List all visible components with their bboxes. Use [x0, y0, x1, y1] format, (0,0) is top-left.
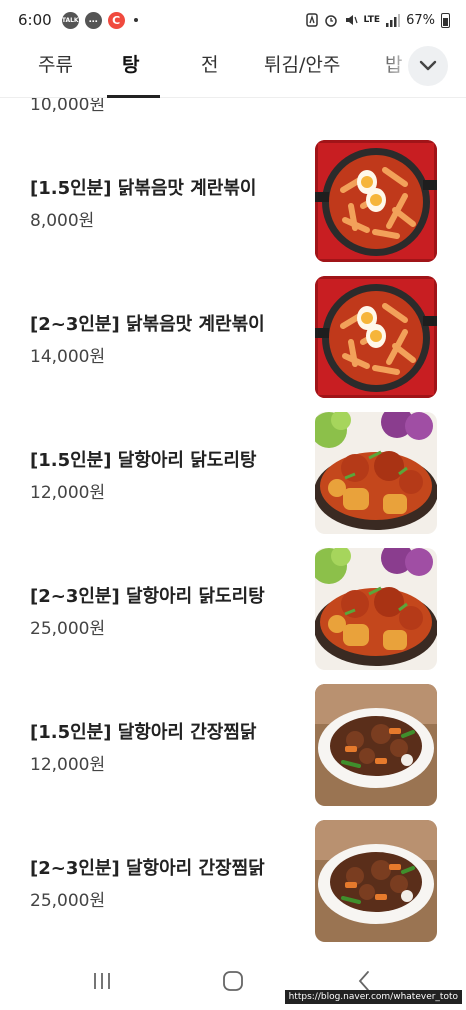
menu-list[interactable]: 10,000원 [1.5인분] 닭볶음맛 계란볶이 8,000원 [2~3인분]… — [0, 98, 466, 948]
soy-braised-chicken-photo — [315, 684, 437, 806]
menu-item[interactable]: [1.5인분] 닭볶음맛 계란볶이 8,000원 — [0, 140, 466, 276]
recent-apps-icon — [94, 973, 110, 989]
tab-soup[interactable]: 탕 — [122, 50, 139, 90]
braised-chicken-photo — [315, 412, 437, 534]
tteokbokki-photo — [315, 140, 437, 262]
nfc-icon — [305, 13, 318, 27]
watermark-url: https://blog.naver.com/whatever_toto — [284, 990, 462, 1004]
status-bar: 6:00 TALK … C LTE 67% — [0, 0, 466, 40]
more-notifications-dot-icon — [133, 18, 138, 22]
menu-item-price: 8,000원 — [30, 211, 95, 231]
system-navigation-bar: https://blog.naver.com/whatever_toto — [0, 948, 466, 1010]
menu-item-name: [2~3인분] 달항아리 닭도리탕 — [30, 586, 265, 607]
tab-pancake[interactable]: 전 — [201, 50, 218, 90]
menu-item-name: [1.5인분] 달항아리 닭도리탕 — [30, 450, 257, 471]
menu-item-name: [1.5인분] 달항아리 간장찜닭 — [30, 722, 257, 743]
braised-chicken-photo — [315, 548, 437, 670]
menu-item-name: [2~3인분] 닭볶음맛 계란볶이 — [30, 314, 265, 335]
menu-item[interactable]: [2~3인분] 닭볶음맛 계란볶이 14,000원 — [0, 276, 466, 412]
back-chevron-icon — [358, 971, 369, 991]
menu-item-name: [2~3인분] 달항아리 간장찜닭 — [30, 858, 265, 879]
menu-item[interactable]: [2~3인분] 달항아리 닭도리탕 25,000원 — [0, 548, 466, 684]
category-tab-bar: 주류 탕 전 튀김/안주 밥 — [0, 40, 466, 98]
menu-item[interactable]: [1.5인분] 달항아리 닭도리탕 12,000원 — [0, 412, 466, 548]
alarm-icon — [324, 13, 338, 27]
battery-percent: 67% — [406, 12, 435, 28]
kakaotalk-notification-icon: TALK — [61, 11, 79, 29]
menu-item-price: 25,000원 — [30, 619, 106, 639]
status-time: 6:00 — [18, 11, 52, 29]
status-left: 6:00 TALK … C — [18, 11, 138, 29]
signal-icon — [386, 13, 401, 27]
expand-categories-button[interactable] — [408, 46, 448, 86]
menu-item-name: [1.5인분] 닭볶음맛 계란볶이 — [30, 178, 257, 199]
home-icon — [223, 971, 243, 991]
tab-liquor[interactable]: 주류 — [38, 50, 73, 90]
menu-item[interactable]: [2~3인분] 달항아리 간장찜닭 25,000원 — [0, 820, 466, 948]
menu-item-price: 25,000원 — [30, 891, 106, 911]
tteokbokki-photo — [315, 276, 437, 398]
partial-item-price: 10,000원 — [30, 98, 106, 115]
menu-item[interactable]: [1.5인분] 달항아리 간장찜닭 12,000원 — [0, 684, 466, 820]
soy-braised-chicken-photo — [315, 820, 437, 942]
network-type-label: LTE — [363, 15, 381, 25]
home-button[interactable] — [213, 968, 253, 994]
c-app-notification-icon: C — [107, 11, 125, 29]
chevron-down-icon — [419, 60, 437, 71]
menu-item-price: 12,000원 — [30, 483, 106, 503]
mute-icon — [344, 13, 358, 27]
tab-fried-snacks[interactable]: 튀김/안주 — [264, 50, 340, 90]
recent-apps-button[interactable] — [82, 968, 122, 994]
menu-item-price: 14,000원 — [30, 347, 106, 367]
chat-notification-icon: … — [84, 11, 102, 29]
battery-icon — [441, 12, 450, 28]
status-right: LTE 67% — [305, 12, 450, 28]
menu-item-price: 12,000원 — [30, 755, 106, 775]
